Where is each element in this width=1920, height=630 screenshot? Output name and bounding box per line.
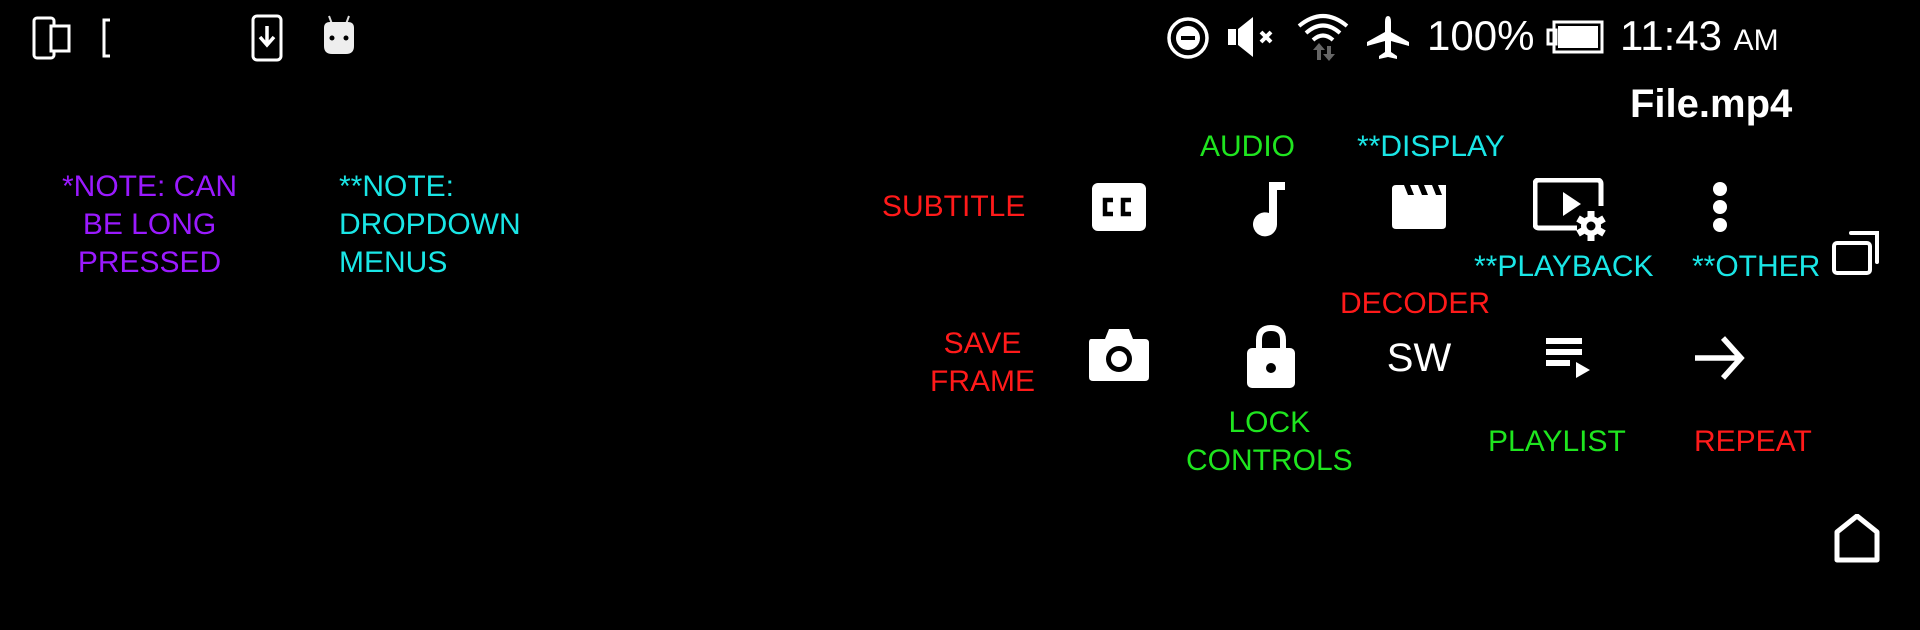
repeat-label: REPEAT [1694,425,1812,458]
note-long-press: *NOTE: CAN BE LONG PRESSED [62,168,237,282]
clock-time: 11:43 AM [1620,12,1779,60]
battery-percent: 100% [1427,12,1535,59]
playback-label: **PLAYBACK [1474,250,1654,283]
more-vertical-icon [1713,182,1727,232]
closed-caption-icon [1092,183,1146,231]
playlist-icon [1546,338,1590,378]
note-line: DROPDOWN [339,208,521,241]
popup-window-icon [1832,231,1879,275]
arrow-right-icon [1695,336,1745,380]
bracket-icon [100,18,114,58]
note-line: *NOTE: CAN [62,170,238,203]
label-line: CONTROLS [1186,444,1353,477]
label-line: FRAME [930,365,1035,398]
battery-icon [1546,20,1604,54]
playback-settings-button[interactable] [1532,176,1608,244]
other-label: **OTHER [1692,250,1821,283]
lock-controls-button[interactable] [1238,322,1304,392]
label-line: LOCK [1228,406,1311,439]
decoder-button[interactable]: SW [1378,330,1460,386]
display-button[interactable] [1388,176,1450,238]
mute-icon [1225,15,1281,61]
android-icon [320,14,358,58]
airplane-mode-icon [1365,14,1411,62]
save-frame-label: SAVE FRAME [930,325,1035,401]
lock-icon [1247,324,1295,388]
multi-device-icon [32,16,72,60]
note-dropdown-menus: **NOTE: DROPDOWN MENUS [339,168,521,282]
playback-settings-icon [1533,178,1606,241]
camera-icon [1089,329,1149,381]
home-icon [1834,514,1880,563]
audio-label: AUDIO [1200,130,1296,163]
file-title: File.mp4 [1630,82,1793,126]
note-line: BE LONG [82,208,217,241]
save-frame-button[interactable] [1086,322,1152,386]
audio-button[interactable] [1238,176,1300,242]
note-line: **NOTE: [339,170,455,203]
display-label: **DISPLAY [1357,130,1505,163]
music-note-icon [1253,182,1285,237]
download-icon [251,14,283,62]
note-line: MENUS [339,246,448,279]
ampm-text: AM [1733,24,1779,57]
playlist-button[interactable] [1538,330,1602,386]
clapperboard-icon [1392,185,1446,229]
note-line: PRESSED [77,246,222,279]
other-menu-button[interactable] [1700,176,1740,238]
wifi-data-icon [1295,12,1351,64]
repeat-button[interactable] [1690,330,1750,386]
lock-controls-label: LOCK CONTROLS [1186,404,1353,480]
subtitle-label: SUBTITLE [882,190,1026,223]
popup-window-button[interactable] [1830,226,1884,278]
subtitle-button[interactable] [1088,176,1150,238]
home-button[interactable] [1830,512,1884,566]
label-line: SAVE [943,327,1022,360]
playlist-label: PLAYLIST [1488,425,1626,458]
do-not-disturb-icon [1165,15,1211,61]
decoder-label: DECODER [1340,287,1491,320]
time-text: 11:43 [1620,12,1722,59]
